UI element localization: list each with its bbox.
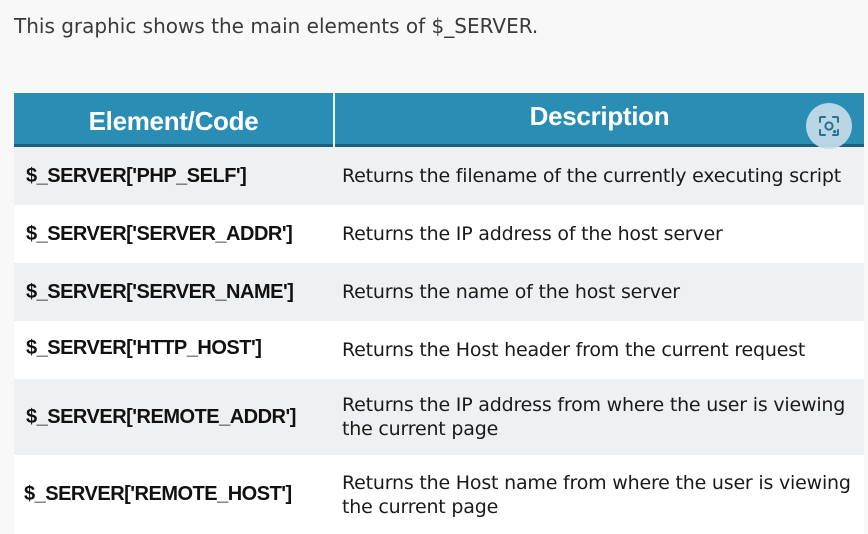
header-description: Description — [529, 101, 670, 131]
row-code: $_SERVER['HTTP_HOST'] — [26, 336, 262, 359]
intro-text: This graphic shows the main elements of … — [14, 14, 539, 38]
table-row: $_SERVER['HTTP_HOST'] Returns the Host h… — [14, 321, 864, 379]
row-code: $_SERVER['REMOTE_ADDR'] — [26, 405, 296, 428]
row-description: Returns the Host header from the current… — [342, 339, 806, 361]
lens-search-icon — [819, 116, 839, 136]
row-description: Returns the IP address from where the us… — [342, 394, 846, 440]
row-code: $_SERVER['REMOTE_HOST'] — [24, 483, 292, 505]
table-header: Element/Code Description — [14, 93, 864, 147]
row-description: Returns the name of the host server — [342, 281, 680, 303]
row-code: $_SERVER['PHP_SELF'] — [26, 164, 247, 187]
row-description: Returns the IP address of the host serve… — [342, 223, 723, 245]
row-code: $_SERVER['SERVER_ADDR'] — [26, 222, 293, 245]
table-row: $_SERVER['SERVER_ADDR'] Returns the IP a… — [14, 205, 864, 263]
table-row: $_SERVER['PHP_SELF'] Returns the filenam… — [14, 147, 864, 205]
table-row: $_SERVER['SERVER_NAME'] Returns the name… — [14, 263, 864, 321]
header-element-code: Element/Code — [88, 106, 259, 136]
row-description: Returns the Host name from where the use… — [342, 471, 851, 518]
server-elements-table-image: Element/Code Description $_SERVER['PHP_S… — [14, 93, 864, 534]
lens-search-button[interactable] — [806, 103, 852, 149]
table-row: $_SERVER['REMOTE_ADDR'] Returns the IP a… — [14, 379, 864, 455]
table-row: $_SERVER['REMOTE_HOST'] Returns the Host… — [14, 455, 864, 534]
row-description: Returns the filename of the currently ex… — [342, 165, 841, 187]
row-code: $_SERVER['SERVER_NAME'] — [26, 280, 294, 303]
